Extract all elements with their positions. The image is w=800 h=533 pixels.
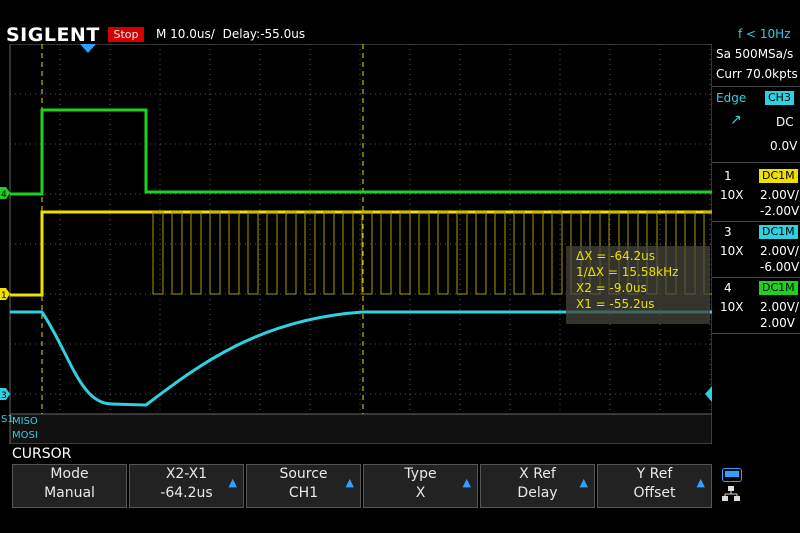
channel-number: 4 (724, 281, 732, 295)
divider (712, 333, 800, 334)
ch1-pulse (190, 211, 202, 295)
ch1-pulse (380, 211, 392, 295)
cursor-delta-x: ΔX = -64.2us (576, 249, 656, 263)
ch1-pulse (475, 211, 487, 295)
bus-label-mosi: MOSI (12, 430, 38, 441)
softkey-x-ref[interactable]: X Ref Delay ▲ (480, 464, 595, 508)
softkey-value: Delay (517, 485, 558, 501)
channel-offset: -2.00V (760, 204, 800, 218)
softkey-mode[interactable]: Mode Manual (12, 464, 127, 508)
ch1-pulse (456, 211, 468, 295)
cursor-inverse-delta-x: 1/ΔX = 15.58kHz (576, 265, 679, 279)
softkey-title: X Ref (519, 466, 556, 482)
ch1-pulse (152, 211, 164, 295)
siglent-logo: SIGLENT (6, 24, 100, 46)
ch1-ground-marker[interactable]: 1 (0, 288, 10, 301)
graticule (9, 44, 712, 444)
channel-coupling: DC1M (759, 281, 798, 295)
softkey-y-ref[interactable]: Y Ref Offset ▲ (597, 464, 712, 508)
softkey-title: X2-X1 (165, 466, 208, 482)
channel-offset: -6.00V (760, 260, 800, 274)
channel-probe: 10X (720, 188, 744, 202)
channel-number: 3 (724, 225, 732, 239)
svg-text:4: 4 (1, 190, 7, 200)
softkey-title: Source (279, 466, 328, 482)
ch1-pulse (266, 211, 278, 295)
ch3-waveform (10, 310, 712, 407)
ch1-pulse (437, 211, 449, 295)
cursor-x1-value: X1 = -55.2us (576, 297, 655, 311)
channel-scale: 2.00V/ (760, 188, 799, 202)
channel-offset: 2.00V (760, 316, 795, 330)
channel-coupling: DC1M (759, 225, 798, 239)
ch1-pulse (247, 211, 259, 295)
trigger-source-badge[interactable]: CH3 (765, 91, 794, 105)
softkey-title: Type (404, 466, 437, 482)
trigger-coupling: DC (776, 115, 794, 129)
channel-coupling: DC1M (759, 169, 798, 183)
softkey-type[interactable]: Type X ▲ (363, 464, 478, 508)
softkey-value: Offset (633, 485, 676, 501)
ch1-pulse (418, 211, 430, 295)
divider (712, 162, 800, 163)
waveform-display: 4 1 3 (0, 44, 712, 444)
divider (712, 221, 800, 222)
channel-scale: 2.00V/ (760, 300, 799, 314)
ch1-pulse (228, 211, 240, 295)
channel-number: 1 (724, 169, 732, 183)
svg-text:1: 1 (1, 291, 7, 301)
svg-text:3: 3 (1, 391, 7, 401)
ch1-pulse (532, 211, 544, 295)
cursor-x2-value: X2 = -9.0us (576, 281, 647, 295)
ch4-waveform (10, 108, 712, 196)
channel-scale: 2.00V/ (760, 244, 799, 258)
run-state-badge[interactable]: Stop (108, 27, 144, 42)
ch1-pulse (399, 211, 411, 295)
menu-title: CURSOR (12, 446, 72, 462)
cursor-measurement-box: ΔX = -64.2us 1/ΔX = 15.58kHz X2 = -9.0us… (566, 246, 710, 324)
trigger-level: 0.0V (770, 139, 798, 153)
timebase-readout: M 10.0us/ Delay:-55.0us (156, 27, 305, 41)
softkey-title: Y Ref (636, 466, 673, 482)
arrow-up-icon: ▲ (228, 476, 237, 489)
arrow-up-icon: ▲ (579, 476, 588, 489)
ch1-pulse (285, 211, 297, 295)
trigger-frequency: f < 10Hz (738, 27, 791, 41)
softkey-value: -64.2us (160, 485, 213, 501)
sample-rate: Sa 500MSa/s (716, 47, 794, 61)
ch1-pulse (513, 211, 525, 295)
channel-probe: 10X (720, 244, 744, 258)
ch3-ground-marker[interactable]: 3 (0, 388, 10, 401)
memory-depth: Curr 70.0kpts (716, 67, 798, 81)
softkey-title: Mode (50, 466, 89, 482)
ch1-pulse (494, 211, 506, 295)
network-icon (722, 486, 740, 502)
ch4-ground-marker[interactable]: 4 (0, 187, 10, 200)
trigger-type[interactable]: Edge (716, 91, 746, 105)
ch1-pulse (209, 211, 221, 295)
timebase-value: M 10.0us/ (156, 27, 215, 41)
divider (712, 277, 800, 278)
delay-value: Delay:-55.0us (222, 27, 306, 41)
trigger-position-marker[interactable] (80, 44, 96, 53)
arrow-up-icon: ▲ (462, 476, 471, 489)
ch1-pulse (323, 211, 335, 295)
softkey-source[interactable]: Source CH1 ▲ (246, 464, 361, 508)
bus-label-miso: MISO (12, 416, 38, 427)
arrow-up-icon: ▲ (345, 476, 354, 489)
rising-edge-icon: ↗ (730, 112, 742, 128)
ch1-pulse (171, 211, 183, 295)
softkey-value: X (415, 485, 426, 501)
softkey-x2-x1[interactable]: X2-X1 -64.2us ▲ (129, 464, 244, 508)
softkey-value: CH1 (288, 485, 319, 501)
channel-probe: 10X (720, 300, 744, 314)
arrow-up-icon: ▲ (696, 476, 705, 489)
softkey-value: Manual (44, 485, 95, 501)
trigger-level-marker[interactable] (705, 386, 712, 402)
usb-icon (722, 468, 742, 482)
ch1-pulse (342, 211, 354, 295)
divider (712, 86, 800, 87)
